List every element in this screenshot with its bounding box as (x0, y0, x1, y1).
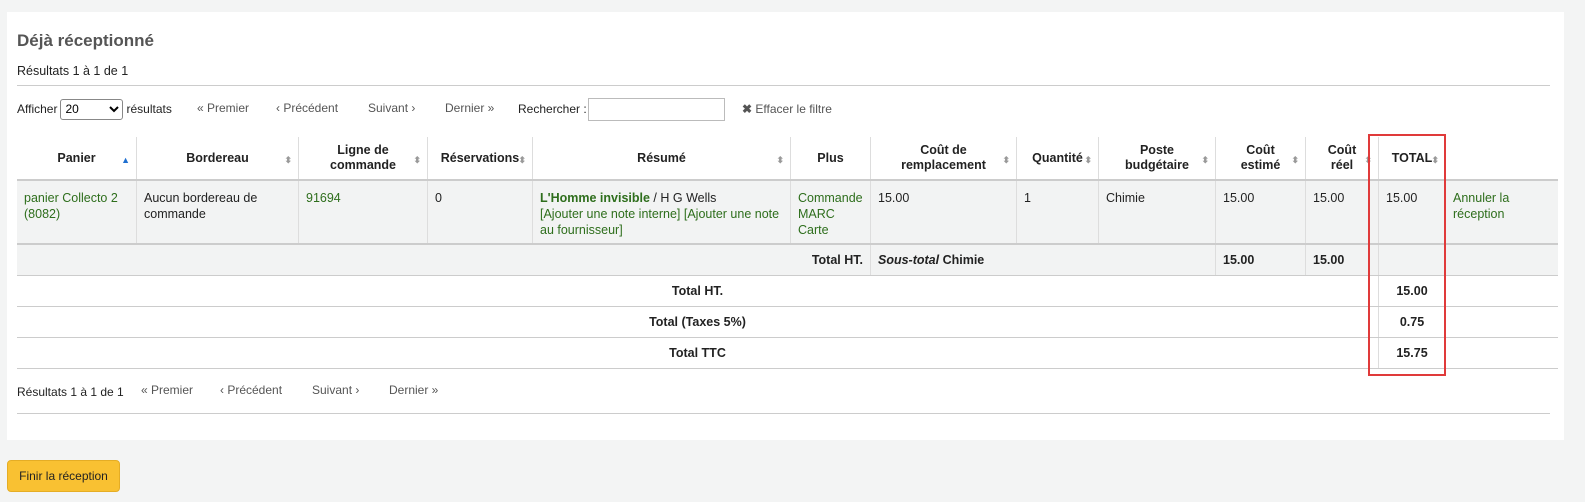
total-tax-row: Total (Taxes 5%) 0.75 (17, 306, 1558, 338)
cancel-receipt-link[interactable]: Annuler la réception (1453, 191, 1509, 221)
order-link[interactable]: Commande (798, 191, 863, 205)
last-page-link-bottom[interactable]: Dernier » (389, 383, 438, 397)
add-internal-note-link[interactable]: [Ajouter une note interne] (540, 207, 680, 221)
total-tax-label: Total (Taxes 5%) (17, 306, 1379, 338)
col-replacement-cost[interactable]: Coût de remplacement ⬍ (870, 137, 1017, 181)
next-page-link-bottom[interactable]: Suivant › (312, 383, 359, 397)
col-actions (1445, 137, 1558, 181)
previous-page-link[interactable]: ‹ Précédent (276, 101, 338, 115)
order-line-cell: 91694 (298, 180, 428, 245)
finish-receipt-button[interactable]: Finir la réception (7, 460, 120, 492)
sort-icon: ⬍ (518, 155, 526, 165)
total-ht-label: Total HT. (17, 275, 1379, 307)
received-table: Panier ▲ Bordereau ⬍ Ligne de commande ⬍ Ré… (17, 137, 1558, 369)
search-input[interactable] (588, 98, 725, 121)
sort-icon: ⬍ (284, 155, 292, 165)
col-more: Plus (790, 137, 871, 181)
col-order-line[interactable]: Ligne de commande ⬍ (298, 137, 428, 181)
last-page-link[interactable]: Dernier » (445, 101, 494, 115)
estimated-cost-cell: 15.00 (1215, 180, 1306, 245)
total-ttc-row: Total TTC 15.75 (17, 337, 1558, 369)
subtotal-label: Total HT. (17, 244, 871, 276)
reservations-cell: 0 (427, 180, 533, 245)
col-quantity[interactable]: Quantité ⬍ (1016, 137, 1099, 181)
sort-icon: ⬍ (413, 155, 421, 165)
first-page-link-bottom[interactable]: « Premier (141, 383, 193, 397)
sort-icon: ⬍ (1201, 155, 1209, 165)
record-author: / H G Wells (649, 191, 717, 205)
summary-cell: L'Homme invisible / H G Wells [Ajouter u… (532, 180, 791, 245)
divider (17, 85, 1550, 86)
table-row: panier Collecto 2 (8082) Aucun bordereau… (17, 180, 1558, 245)
table-controls: Afficher 20 résultats (17, 98, 172, 120)
col-summary[interactable]: Résumé ⬍ (532, 137, 791, 181)
close-icon: ✖ (742, 102, 753, 116)
record-title-link[interactable]: L'Homme invisible (540, 191, 650, 205)
subtotal-name: Sous-total Chimie (870, 244, 1216, 276)
budget-line-cell: Chimie (1098, 180, 1216, 245)
first-page-link[interactable]: « Premier (197, 101, 249, 115)
col-basket[interactable]: Panier ▲ (17, 137, 137, 181)
col-budget-line[interactable]: Poste budgétaire ⬍ (1098, 137, 1216, 181)
col-invoice[interactable]: Bordereau ⬍ (136, 137, 299, 181)
order-line-link[interactable]: 91694 (306, 191, 341, 205)
replacement-cost-cell: 15.00 (870, 180, 1017, 245)
sort-icon: ⬍ (776, 155, 784, 165)
basket-link[interactable]: panier Collecto 2 (8082) (24, 191, 118, 221)
show-suffix: résultats (126, 102, 172, 116)
previous-page-link-bottom[interactable]: ‹ Précédent (220, 383, 282, 397)
results-count-bottom: Résultats 1 à 1 de 1 (17, 385, 124, 399)
next-page-link[interactable]: Suivant › (368, 101, 415, 115)
col-estimated-cost[interactable]: Coût estimé ⬍ (1215, 137, 1306, 181)
quantity-cell: 1 (1016, 180, 1099, 245)
card-link[interactable]: Carte (798, 223, 829, 237)
sort-asc-icon: ▲ (121, 155, 130, 165)
total-ttc-label: Total TTC (17, 337, 1379, 369)
page-size-select[interactable]: 20 (60, 98, 124, 120)
clear-filter-label: Effacer le filtre (755, 102, 832, 116)
sort-icon: ⬍ (1084, 155, 1092, 165)
subtotal-estimated: 15.00 (1215, 244, 1306, 276)
divider (17, 413, 1550, 414)
page-title: Déjà réceptionné (17, 31, 154, 50)
sort-icon: ⬍ (1002, 155, 1010, 165)
basket-cell: panier Collecto 2 (8082) (17, 180, 137, 245)
total-ht-row: Total HT. 15.00 (17, 275, 1558, 307)
search-label: Rechercher : (518, 102, 587, 116)
show-label: Afficher (17, 102, 58, 116)
actions-cell: Annuler la réception (1445, 180, 1558, 245)
results-count-top: Résultats 1 à 1 de 1 (17, 64, 129, 78)
col-reservations[interactable]: Réservations ⬍ (427, 137, 533, 181)
total-column-highlight (1368, 134, 1446, 376)
sort-icon: ⬍ (1291, 155, 1299, 165)
clear-filter-button[interactable]: ✖ Effacer le filtre (742, 102, 832, 116)
more-cell: Commande MARC Carte (790, 180, 871, 245)
invoice-cell: Aucun bordereau de commande (136, 180, 299, 245)
subtotal-row: Total HT. Sous-total Chimie 15.00 15.00 (17, 244, 1558, 276)
marc-link[interactable]: MARC (798, 207, 835, 221)
